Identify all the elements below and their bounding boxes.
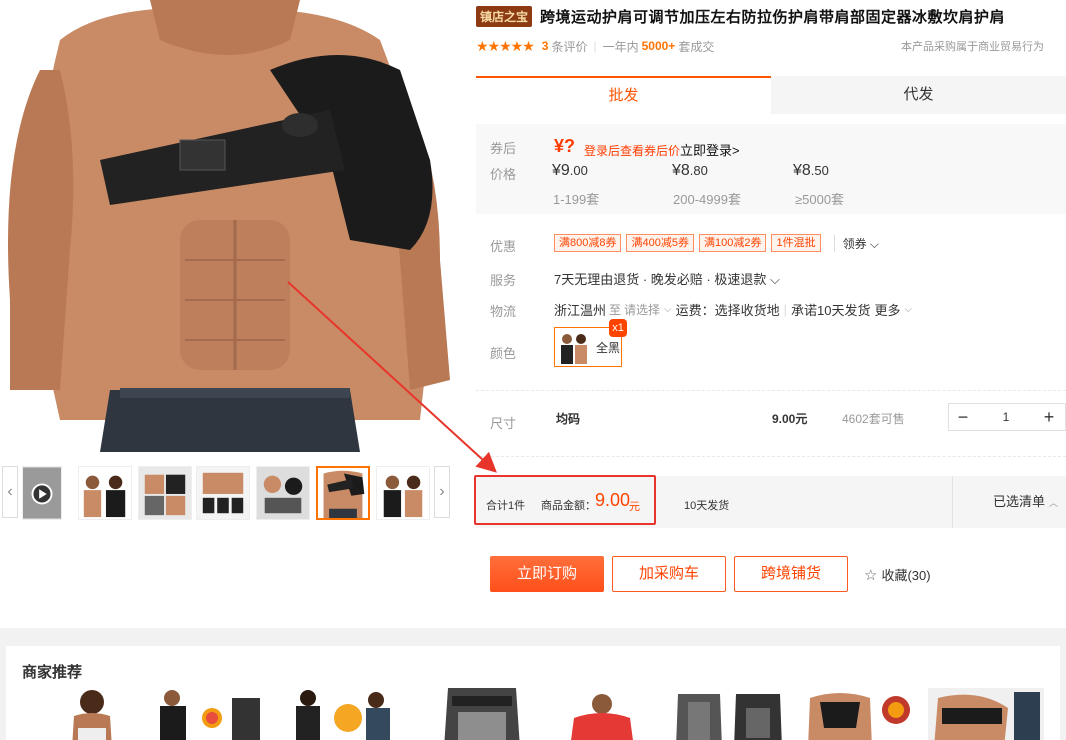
purchase-mode-tabs: 批发 代发	[476, 76, 1066, 114]
price-label: 价格	[490, 167, 517, 182]
tier-range: ≥5000套	[795, 192, 845, 207]
product-title: 跨境运动护肩可调节加压左右防拉伤护肩带肩部固定器冰敷坎肩护肩	[540, 8, 1006, 26]
shop-treasure-badge: 镇店之宝	[476, 5, 533, 27]
thumbnail-video[interactable]	[22, 466, 62, 520]
recommended-product[interactable]	[544, 688, 660, 740]
section-divider	[476, 456, 1066, 457]
tier-price: ¥8.50	[793, 162, 829, 179]
coupon-price-label: 券后	[490, 141, 517, 156]
color-label: 颜色	[490, 346, 517, 361]
thumbnail-image-selected[interactable]	[316, 466, 370, 520]
decrement-button[interactable]: −	[949, 404, 977, 430]
product-title-row: 镇店之宝 跨境运动护肩可调节加压左右防拉伤护肩带肩部固定器冰敷坎肩护肩	[476, 4, 1066, 28]
service-label: 服务	[490, 273, 517, 288]
recommended-product[interactable]	[286, 688, 402, 740]
ship-promise: 承诺10天发货	[791, 303, 871, 318]
recommended-product[interactable]	[928, 688, 1044, 740]
tab-dropship[interactable]: 代发	[771, 76, 1066, 114]
recommended-product[interactable]	[34, 688, 150, 740]
logistics-label: 物流	[490, 304, 517, 319]
divider: |	[593, 39, 597, 53]
thumbnail-prev-arrow[interactable]: ‹	[2, 466, 18, 518]
deals-unit: 套成交	[678, 39, 715, 54]
ship-origin: 浙江温州	[554, 303, 607, 318]
coupon-price-value: ¥?	[554, 136, 576, 156]
shipping-fee: 运费：选择收货地	[675, 303, 780, 318]
tier-range: 200-4999套	[673, 192, 741, 207]
recommended-product[interactable]	[800, 688, 916, 740]
thumbnail-image[interactable]	[138, 466, 192, 520]
promotions-list: 满800减8券 满400减5券 满100减2券 1件混批 领券 ⌵	[554, 234, 879, 252]
size-price: 9.00元	[772, 412, 808, 426]
coupon-tag[interactable]: 满100减2券	[698, 234, 767, 252]
quantity-input[interactable]	[977, 405, 1035, 429]
color-swatch-image	[557, 330, 591, 364]
service-guarantees[interactable]: 7天无理由退货 · 晚发必赔 · 极速退款 ⌵	[554, 269, 780, 288]
add-to-cart-button[interactable]: 加采购车	[612, 556, 726, 592]
promotions-label: 优惠	[490, 239, 517, 254]
section-divider	[476, 390, 1066, 391]
order-now-button[interactable]: 立即订购	[490, 556, 604, 592]
highlight-box	[474, 475, 656, 525]
thumbnail-image[interactable]	[78, 466, 132, 520]
cross-border-distribute-button[interactable]: 跨境铺货	[734, 556, 848, 592]
ship-time: 10天发货	[684, 500, 730, 512]
increment-button[interactable]: +	[1035, 404, 1063, 430]
more-link[interactable]: 更多	[875, 300, 901, 319]
favorite-count: 收藏(30)	[881, 568, 931, 583]
mixed-batch-tag[interactable]: 1件混批	[771, 234, 821, 252]
deals-period: 一年内	[602, 39, 639, 54]
recommended-product[interactable]	[152, 688, 268, 740]
coupon-tag[interactable]: 满800减8券	[554, 234, 622, 252]
chevron-down-icon[interactable]: ⌵	[664, 304, 672, 315]
ship-to-word: 至	[609, 303, 622, 317]
size-label: 尺寸	[490, 416, 517, 431]
tier-range: 1-199套	[553, 192, 600, 207]
selected-list-toggle[interactable]: 已选清单 ︿	[952, 476, 1066, 528]
main-product-image[interactable]	[0, 0, 462, 452]
size-stock: 4602套可售	[842, 412, 905, 426]
size-name: 均码	[556, 412, 581, 426]
review-unit[interactable]: 条评价	[551, 38, 587, 55]
thumbnail-image[interactable]	[256, 466, 310, 520]
review-count[interactable]: 3	[542, 39, 549, 53]
selected-qty-badge: x1	[609, 319, 627, 337]
recommended-product[interactable]	[424, 688, 540, 740]
favorite-button[interactable]: ☆ 收藏(30)	[864, 565, 931, 584]
coupon-tag[interactable]: 满400减5券	[626, 234, 694, 252]
logistics-info: 浙江温州 至 请选择 ⌵ 运费：选择收货地 | 承诺10天发货 更多 ⌵	[554, 300, 916, 319]
thumbnail-image[interactable]	[196, 466, 250, 520]
color-option-all-black[interactable]: 全黑 x1	[554, 319, 627, 367]
tab-wholesale[interactable]: 批发	[476, 76, 771, 114]
thumbnail-strip: ‹ ›	[0, 462, 462, 522]
get-coupon-button[interactable]: 领券 ⌵	[833, 234, 879, 252]
color-option-name: 全黑	[596, 340, 621, 355]
divider: |	[783, 302, 788, 317]
chevron-down-icon[interactable]: ⌵	[905, 304, 913, 315]
recommended-product[interactable]	[672, 688, 788, 740]
tier-price: ¥8.80	[672, 162, 708, 179]
rating-stars-icon: ★★★★★	[476, 37, 535, 54]
quantity-stepper: − +	[948, 403, 1066, 431]
deals-count: 5000+	[641, 39, 676, 53]
rating-row: ★★★★★ 3 条评价 | 一年内 5000+ 套成交 本产品采购属于商业贸易行…	[476, 36, 1066, 56]
thumbnail-next-arrow[interactable]: ›	[434, 466, 450, 518]
price-box: 券后 ¥? 登录后查看券后价立即登录> 价格 ¥9.00 1-199套 ¥8.8…	[476, 124, 1066, 214]
login-link[interactable]: 立即登录>	[680, 143, 740, 158]
star-outline-icon: ☆	[864, 566, 878, 584]
tier-price: ¥9.00	[552, 162, 588, 179]
coupon-hint: 登录后查看券后价立即登录>	[584, 143, 740, 158]
recommendations-title: 商家推荐	[22, 664, 83, 681]
thumbnail-image[interactable]	[376, 466, 430, 520]
chevron-up-icon: ︿	[1049, 498, 1059, 508]
trade-notice: 本产品采购属于商业贸易行为	[901, 41, 1044, 53]
destination-select[interactable]: 请选择	[624, 301, 660, 318]
